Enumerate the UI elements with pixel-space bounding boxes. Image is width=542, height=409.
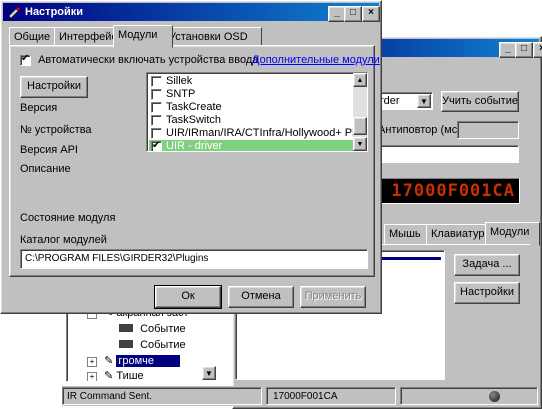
maximize-button[interactable]: □: [515, 42, 533, 58]
plugin-name: SNTP: [166, 88, 196, 100]
auto-enable-label: Автоматически включать устройства ввода: [38, 54, 259, 66]
tree-item-label: Событие: [140, 323, 186, 335]
device-no-label: № устройства: [20, 124, 92, 136]
plugin-list-items: Sillek SNTP TaskCreate TaskSwitch UIR/IR…: [149, 75, 367, 152]
plugin-name: UIR - driver: [166, 140, 223, 152]
modules-panel: Автоматически включать устройства ввода …: [9, 45, 380, 277]
pencil-icon: ✎: [104, 355, 114, 367]
plugin-item[interactable]: Sillek: [149, 75, 353, 88]
tree-scroll-down[interactable]: ▼: [202, 366, 216, 380]
plugin-checkbox[interactable]: [151, 139, 162, 151]
plugin-checkbox[interactable]: [151, 114, 162, 126]
tab-osd[interactable]: Установки OSD: [164, 27, 262, 47]
task-button[interactable]: Задача ...: [454, 254, 520, 276]
status-bar: IR Command Sent. 17000F001CA: [62, 386, 540, 406]
settings-dialog: Настройки _ □ × Общие Интерфейс Модули У…: [0, 0, 382, 314]
auto-enable-checkbox[interactable]: [20, 53, 31, 66]
tree-item[interactable]: + ✎ Тише: [87, 369, 144, 382]
app-icon: [8, 7, 20, 19]
description-label: Описание: [20, 163, 71, 175]
ok-button[interactable]: Ок: [154, 285, 222, 309]
api-version-label: Версия API: [20, 144, 78, 156]
cancel-button[interactable]: Отмена: [228, 286, 294, 308]
status-code-pane: 17000F001CA: [266, 387, 396, 405]
plugin-item[interactable]: TaskSwitch: [149, 114, 353, 127]
plugin-list[interactable]: Sillek SNTP TaskCreate TaskSwitch UIR/IR…: [146, 72, 368, 152]
pencil-icon: ✎: [104, 370, 114, 382]
scroll-down-button[interactable]: ▼: [353, 137, 367, 151]
status-text-pane: IR Command Sent.: [62, 387, 262, 405]
tree-item[interactable]: Событие: [119, 338, 186, 353]
dialog-title: Настройки: [25, 6, 84, 18]
tree-item-label: Событие: [140, 339, 186, 351]
event-icon: [119, 340, 133, 348]
module-state-label: Состояние модуля: [20, 212, 116, 224]
event-combo-value: rder: [380, 95, 400, 107]
learn-event-button[interactable]: Учить событие: [441, 91, 519, 112]
scroll-thumb[interactable]: [353, 117, 367, 135]
tree-item-selected[interactable]: + ✎ громче: [87, 354, 181, 369]
tree-item[interactable]: Событие: [119, 322, 186, 337]
antirepeat-label: Антиповтор (мс): [378, 124, 461, 136]
plugin-list-back-selected: [381, 257, 441, 260]
led-display: 17000F001CA: [370, 178, 520, 204]
tree-view[interactable]: − ✎ акранная заст Событие Событие + ✎ гр…: [66, 302, 218, 382]
plugin-name: Sillek: [166, 75, 193, 87]
auto-enable-row[interactable]: Автоматически включать устройства ввода: [20, 53, 259, 66]
plugin-name: TaskSwitch: [166, 114, 222, 126]
plugin-item[interactable]: SNTP: [149, 88, 353, 101]
module-settings-button[interactable]: Настройки: [20, 76, 88, 98]
plugin-item-selected[interactable]: UIR - driver: [149, 139, 353, 152]
back-tab-strip: Мышь Клавиатура Модули: [384, 222, 540, 246]
tab-keyboard[interactable]: Клавиатура: [426, 224, 494, 246]
scroll-up-button[interactable]: ▲: [353, 73, 367, 87]
status-led-icon: [489, 391, 500, 402]
version-label: Версия: [20, 102, 58, 114]
event-icon: [119, 324, 133, 332]
tree-expand-icon[interactable]: +: [87, 372, 97, 381]
plugin-checkbox[interactable]: [151, 75, 162, 87]
plugin-name: TaskCreate: [166, 101, 222, 113]
plugin-checkbox[interactable]: [151, 101, 162, 113]
plugin-checkbox[interactable]: [151, 127, 162, 139]
event-combo[interactable]: rder ▼: [375, 92, 433, 110]
dialog-maximize-button[interactable]: □: [344, 6, 362, 22]
close-button[interactable]: ×: [533, 42, 542, 58]
modules-dir-label: Каталог модулей: [20, 234, 107, 246]
chevron-down-icon[interactable]: ▼: [417, 94, 431, 108]
plugin-name: UIR/IRman/IRA/CTInfra/Hollywood+ Plugin: [166, 127, 368, 139]
tab-modules[interactable]: Модули: [113, 25, 173, 48]
status-led-pane: [400, 387, 538, 405]
extra-modules-link[interactable]: Дополнительные модули: [252, 54, 380, 66]
modules-dir-field[interactable]: C:\PROGRAM FILES\GIRDER32\Plugins: [20, 249, 368, 269]
tree-item-label: громче: [116, 355, 181, 367]
tree-expand-icon[interactable]: +: [87, 357, 97, 367]
led-display-text: 17000F001CA: [391, 181, 515, 201]
antirepeat-field[interactable]: [457, 121, 519, 139]
tab-plugins[interactable]: Модули: [485, 222, 540, 246]
tree-item-label: Тише: [116, 370, 144, 382]
plugin-checkbox[interactable]: [151, 88, 162, 100]
dialog-tab-strip: Общие Интерфейс Модули Установки OSD: [9, 25, 375, 48]
apply-button[interactable]: Применить: [300, 286, 366, 308]
dialog-titlebar: Настройки: [3, 3, 379, 21]
plugin-settings-button[interactable]: Настройки: [454, 282, 520, 304]
plugin-item[interactable]: TaskCreate: [149, 101, 353, 114]
dialog-close-button[interactable]: ×: [362, 6, 380, 22]
plugin-item[interactable]: UIR/IRman/IRA/CTInfra/Hollywood+ Plugin: [149, 127, 367, 140]
plugin-list-scrollbar[interactable]: ▲ ▼: [353, 73, 367, 151]
event-name-field[interactable]: [375, 145, 519, 163]
